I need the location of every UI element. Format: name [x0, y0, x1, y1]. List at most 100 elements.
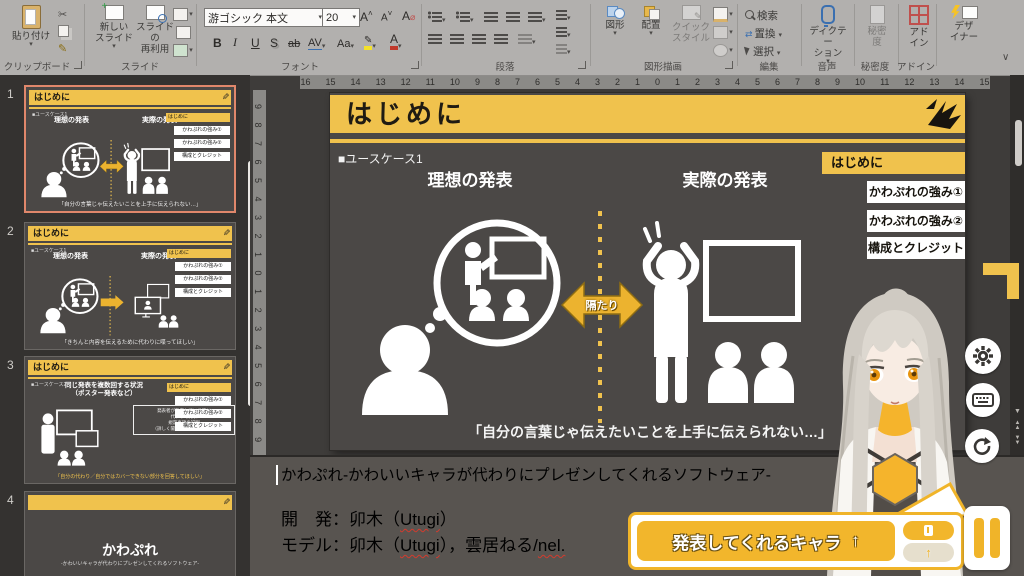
- justify-button[interactable]: [494, 31, 508, 49]
- slide-thumbnail-1[interactable]: はじめに ✎ ■ユースケース1 理想の発表 実際の発表 はじめに かわぷれの強み…: [24, 85, 236, 213]
- character-spacing-button[interactable]: AV▾: [308, 32, 325, 51]
- paste-button[interactable]: 貼り付け ▾: [8, 5, 54, 48]
- numbering-button[interactable]: ▾: [456, 9, 474, 27]
- font-color-button[interactable]: A▾: [390, 32, 402, 51]
- dropdown-icon: ▾: [532, 39, 536, 46]
- dropdown-icon: ▾: [567, 49, 571, 56]
- select-button[interactable]: 選択 ▾: [745, 44, 780, 59]
- align-right-button[interactable]: [472, 31, 486, 49]
- grow-font-button[interactable]: A˄: [360, 9, 373, 24]
- change-case-button[interactable]: Aa▾: [337, 32, 354, 51]
- new-slide-icon: +: [105, 5, 124, 20]
- next-slide-button[interactable]: ▼▼: [1012, 436, 1023, 446]
- reset-button[interactable]: [172, 25, 194, 40]
- slide-thumbnail-4[interactable]: ✎ かわぷれ -かわいいキャラが代わりにプレゼンしてくれるソフトウェア-: [24, 491, 236, 576]
- raise-button[interactable]: ↑: [903, 543, 954, 562]
- arrange-button[interactable]: 配置 ▾: [634, 5, 668, 37]
- notes-title: かわぷれ-かわいいキャラが代わりにプレゼンしてくれるソフトウェア-: [281, 463, 771, 485]
- strikethrough-button[interactable]: ab: [288, 32, 300, 51]
- settings-button[interactable]: [965, 338, 1001, 374]
- clear-formatting-button[interactable]: A⌀: [402, 9, 415, 23]
- pen-icon: ✎: [223, 360, 231, 375]
- cut-button[interactable]: ✂: [58, 8, 67, 21]
- horizontal-ruler[interactable]: 16 15 14 13 12 11 10 9 8 7 6 5 4 3 2 1 0…: [300, 76, 990, 89]
- caption-toggle-button[interactable]: [903, 521, 954, 540]
- quick-styles-button[interactable]: ✎ クイック スタイル: [670, 5, 712, 44]
- thumb3-nav-item: かわぷれの強み②: [175, 409, 231, 418]
- drawing-dialog-launcher[interactable]: [725, 61, 733, 69]
- designer-button[interactable]: デザ イナー: [942, 5, 986, 43]
- find-button[interactable]: 検索: [745, 8, 778, 23]
- thumb4-title-bar: [28, 495, 232, 510]
- increase-indent-button[interactable]: [506, 9, 520, 27]
- quick-styles-label: クイック スタイル: [672, 22, 710, 44]
- dropdown-icon: ▾: [372, 44, 376, 50]
- dropdown-icon: ▾: [542, 17, 546, 24]
- highlight-button[interactable]: ✎▾: [364, 32, 376, 51]
- align-left-button[interactable]: [428, 31, 442, 49]
- shapes-button[interactable]: 図形 ▾: [598, 5, 632, 37]
- slide-thumbnail-3[interactable]: はじめに ✎ ■ユースケース2 同じ発表を複数回する状況 （ポスター発表など） …: [24, 356, 236, 484]
- reset-icon: [176, 26, 191, 39]
- text-shadow-button[interactable]: S: [270, 32, 278, 51]
- model-name: Utugi: [400, 536, 440, 555]
- layout-button[interactable]: ▾: [172, 7, 194, 22]
- refresh-button[interactable]: [965, 429, 999, 463]
- find-label: 検索: [757, 10, 778, 22]
- replace-button[interactable]: ⇄置換 ▾: [745, 26, 782, 41]
- format-painter-button[interactable]: ✎: [58, 42, 67, 55]
- designer-icon: [950, 5, 978, 19]
- decrease-indent-icon: [484, 11, 498, 22]
- nav-credits[interactable]: 構成とクレジット: [867, 237, 965, 259]
- columns-icon: [518, 33, 532, 44]
- text-direction-button[interactable]: ▾: [556, 7, 571, 25]
- underline-button[interactable]: U: [251, 32, 260, 51]
- align-text-button[interactable]: ▾: [556, 24, 571, 42]
- bold-button[interactable]: B: [213, 32, 222, 51]
- reuse-slides-button[interactable]: スライドの 再利用: [134, 5, 176, 55]
- sensitivity-button[interactable]: 秘密 度: [860, 5, 894, 48]
- thumbnail-scrollbar[interactable]: [248, 161, 250, 406]
- vertical-ruler[interactable]: 9 8 7 6 5 4 3 2 1 0 1 2 3 4 5 6 7 8 9: [253, 90, 266, 457]
- strikethrough-label: ab: [288, 38, 300, 50]
- bullets-button[interactable]: ▾: [428, 9, 446, 27]
- sensitivity-label: 秘密 度: [867, 26, 886, 48]
- nav-strength-2[interactable]: かわぷれの強み②: [867, 210, 965, 232]
- dropdown-icon: ▾: [442, 17, 446, 24]
- slide-thumbnail-2[interactable]: はじめに ✎ ■ユースケース1 理想の発表 実際の発表 はじめに かわぷれの強み…: [24, 222, 236, 350]
- columns-button[interactable]: ▾: [518, 31, 536, 49]
- copy-button[interactable]: [58, 24, 69, 42]
- nav-hajimeni[interactable]: はじめに: [822, 152, 965, 174]
- increase-indent-icon: [506, 11, 520, 22]
- italic-button[interactable]: I: [233, 32, 237, 51]
- nav-strength-1[interactable]: かわぷれの強み①: [867, 181, 965, 203]
- shape-effects-button[interactable]: ▾: [712, 43, 734, 58]
- notes-dev-line: 開 発：卯木（Utugi）: [281, 505, 457, 530]
- font-size-combobox[interactable]: 20 ▾: [322, 8, 360, 27]
- decrease-indent-button[interactable]: [484, 9, 498, 27]
- main-scrollbar-thumb[interactable]: [1015, 120, 1022, 166]
- paragraph-dialog-launcher[interactable]: [578, 61, 586, 69]
- previous-slide-button[interactable]: ▲▲: [1012, 421, 1023, 431]
- keyboard-button[interactable]: [966, 383, 1000, 417]
- dictation-button[interactable]: ディクテー ション ▾: [806, 5, 850, 65]
- font-name-combobox[interactable]: 游ゴシック 本文 ▾: [204, 8, 326, 27]
- reuse-slides-label: スライドの 再利用: [134, 22, 176, 55]
- convert-smartart-button[interactable]: ▾: [556, 41, 571, 59]
- clipboard-dialog-launcher[interactable]: [74, 61, 82, 69]
- collapse-ribbon-button[interactable]: ∨: [1002, 52, 1009, 63]
- pause-button[interactable]: [964, 506, 1010, 570]
- align-center-button[interactable]: [450, 31, 464, 49]
- shape-outline-button[interactable]: ▾: [712, 25, 734, 40]
- scroll-down-button[interactable]: ▼: [1012, 408, 1023, 415]
- next-slide-icon: ▼: [1015, 440, 1021, 446]
- line-spacing-button[interactable]: ▾: [528, 9, 546, 27]
- dropdown-icon: ▾: [649, 31, 653, 37]
- font-dialog-launcher[interactable]: [411, 61, 419, 69]
- new-slide-button[interactable]: + 新しい スライド ▾: [94, 5, 134, 50]
- shrink-font-button[interactable]: A˅: [381, 9, 392, 23]
- section-button[interactable]: ▾: [172, 43, 194, 58]
- addins-button[interactable]: アド イン: [902, 5, 936, 49]
- shape-fill-button[interactable]: ▾: [712, 7, 734, 22]
- gap-label: 隔たり: [570, 297, 634, 313]
